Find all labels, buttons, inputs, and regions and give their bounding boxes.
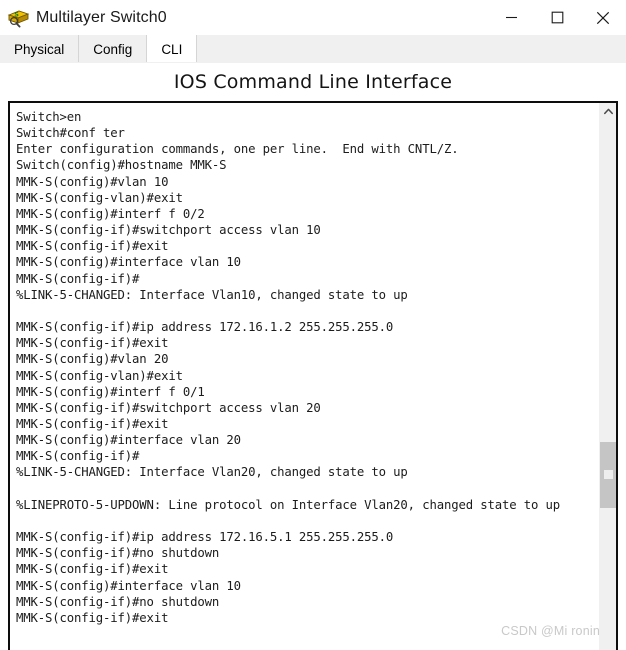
page-title: IOS Command Line Interface bbox=[0, 63, 626, 101]
terminal-line: Switch(config)#hostname MMK-S bbox=[16, 158, 227, 173]
cli-output-text[interactable]: Switch>en Switch#conf ter Enter configurat… bbox=[10, 103, 599, 650]
title-bar: S Multilayer Switch0 bbox=[0, 0, 626, 35]
tab-config[interactable]: Config bbox=[79, 35, 148, 63]
switch-device-icon: S bbox=[6, 6, 30, 30]
terminal-line: MMK-S(config-vlan)#exit bbox=[16, 190, 183, 205]
scroll-up-button[interactable] bbox=[600, 103, 616, 120]
terminal-line: MMK-S(config-if)#no shutdown bbox=[16, 546, 220, 561]
terminal-line: MMK-S(config)#vlan 20 bbox=[16, 352, 169, 367]
terminal-line: Switch>en bbox=[16, 110, 82, 124]
cli-scrollbar[interactable] bbox=[599, 103, 616, 650]
close-button[interactable] bbox=[580, 0, 626, 35]
terminal-line: MMK-S(config-if)#exit bbox=[16, 562, 169, 577]
terminal-line: MMK-S(config)#interface vlan 20 bbox=[16, 433, 241, 448]
tab-physical-label: Physical bbox=[14, 41, 65, 57]
terminal-line: MMK-S(config-if)#ip address 172.16.5.1 2… bbox=[16, 530, 394, 545]
terminal-line: MMK-S(config)#vlan 10 bbox=[16, 174, 169, 189]
terminal-line: MMK-S(config-if)#exit bbox=[16, 610, 169, 625]
terminal-line: MMK-S(config)#interf f 0/2 bbox=[16, 206, 205, 221]
terminal-line: Switch#conf ter bbox=[16, 126, 125, 141]
terminal-line: MMK-S(config-if)#exit bbox=[16, 416, 169, 431]
terminal-line: MMK-S(config)#interface vlan 10 bbox=[16, 255, 241, 270]
terminal-line: MMK-S(config-if)# bbox=[16, 449, 140, 464]
terminal-line: MMK-S(config)#interface vlan 10 bbox=[16, 578, 241, 593]
tab-physical[interactable]: Physical bbox=[0, 35, 80, 63]
cli-terminal: Switch>en Switch#conf ter Enter configurat… bbox=[8, 101, 618, 650]
terminal-line: Enter configuration commands, one per li… bbox=[16, 142, 459, 157]
terminal-line: %LINK-5-CHANGED: Interface Vlan20, chang… bbox=[16, 465, 408, 480]
tab-cli[interactable]: CLI bbox=[147, 35, 198, 63]
terminal-line: MMK-S(config-if)#switchport access vlan … bbox=[16, 223, 321, 238]
terminal-line: %LINEPROTO-5-UPDOWN: Line protocol on In… bbox=[16, 497, 561, 512]
terminal-line: MMK-S(config-if)#no shutdown bbox=[16, 594, 220, 609]
terminal-line: MMK-S(config-if)#ip address 172.16.1.2 2… bbox=[16, 320, 394, 335]
maximize-button[interactable] bbox=[534, 0, 580, 35]
window-controls bbox=[488, 0, 626, 35]
window-title: Multilayer Switch0 bbox=[36, 8, 167, 26]
terminal-line: MMK-S(config)#interf f 0/1 bbox=[16, 384, 205, 399]
terminal-line: MMK-S(config-if)#exit bbox=[16, 336, 169, 351]
terminal-line: MMK-S(config-if)#exit bbox=[16, 239, 169, 254]
cli-window: S Multilayer Switch0 Physical Config CLI… bbox=[0, 0, 626, 650]
scrollbar-grip bbox=[604, 470, 613, 480]
terminal-line: MMK-S(config-if)# bbox=[16, 271, 140, 286]
tab-strip: Physical Config CLI bbox=[0, 35, 626, 63]
terminal-line: %LINK-5-CHANGED: Interface Vlan10, chang… bbox=[16, 287, 408, 302]
scrollbar-thumb[interactable] bbox=[600, 442, 616, 508]
terminal-line: MMK-S(config-vlan)#exit bbox=[16, 368, 183, 383]
terminal-line: MMK-S(config-if)#switchport access vlan … bbox=[16, 400, 321, 415]
tab-cli-label: CLI bbox=[161, 41, 183, 57]
tab-config-label: Config bbox=[93, 41, 133, 57]
minimize-button[interactable] bbox=[488, 0, 534, 35]
